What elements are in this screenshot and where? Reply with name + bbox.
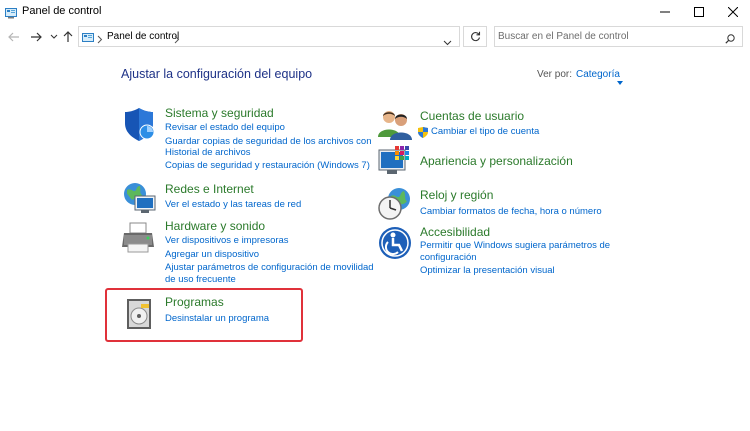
link-file-history[interactable]: Historial de archivos	[165, 147, 251, 158]
arrow-up-icon	[63, 31, 73, 42]
breadcrumb-separator-icon	[97, 31, 103, 49]
control-panel-icon	[5, 6, 17, 24]
category-accessibility[interactable]: Accesibilidad	[420, 225, 490, 239]
link-optimize-display[interactable]: Optimizar la presentación visual	[420, 265, 555, 276]
dropdown-arrow-icon[interactable]	[617, 72, 623, 90]
network-globe-icon[interactable]	[121, 180, 157, 216]
link-mobility-settings-cont[interactable]: de uso frecuente	[165, 274, 236, 285]
control-panel-small-icon	[82, 31, 94, 49]
category-system-security[interactable]: Sistema y seguridad	[165, 106, 274, 120]
view-by-dropdown[interactable]: Categoría	[576, 69, 620, 80]
clock-globe-icon[interactable]	[377, 186, 413, 222]
search-icon[interactable]	[725, 31, 735, 49]
accessibility-icon[interactable]	[377, 225, 413, 261]
category-appearance[interactable]: Apariencia y personalización	[420, 154, 573, 168]
link-add-device[interactable]: Agregar un dispositivo	[165, 249, 259, 260]
uac-shield-icon	[418, 125, 428, 143]
view-by-label: Ver por:	[537, 69, 573, 80]
chevron-down-icon	[50, 34, 58, 39]
category-hardware-sound[interactable]: Hardware y sonido	[165, 219, 265, 233]
link-suggest-settings[interactable]: Permitir que Windows sugiera parámetros …	[420, 240, 610, 251]
link-change-account-type[interactable]: Cambiar el tipo de cuenta	[431, 126, 539, 137]
link-backup-files[interactable]: Guardar copias de seguridad de los archi…	[165, 136, 371, 147]
address-history-dropdown-icon[interactable]	[443, 33, 452, 51]
link-mobility-settings[interactable]: Ajustar parámetros de configuración de m…	[165, 262, 374, 273]
address-box[interactable]: Panel de control	[78, 26, 460, 47]
highlight-box	[105, 288, 303, 342]
close-button[interactable]	[716, 0, 750, 24]
shield-icon[interactable]	[121, 106, 157, 142]
printer-icon[interactable]	[121, 220, 157, 256]
users-icon[interactable]	[377, 107, 413, 143]
window-title: Panel de control	[22, 5, 102, 17]
arrow-right-icon	[31, 32, 42, 42]
link-backup-restore[interactable]: Copias de seguridad y restauración (Wind…	[165, 160, 370, 171]
recent-locations-button[interactable]	[47, 29, 61, 45]
search-box[interactable]	[494, 26, 743, 47]
link-suggest-settings-cont[interactable]: configuración	[420, 252, 477, 263]
page-heading: Ajustar la configuración del equipo	[121, 67, 313, 81]
search-input[interactable]	[498, 29, 718, 44]
forward-button[interactable]	[29, 29, 43, 45]
monitor-palette-icon[interactable]	[377, 144, 413, 180]
category-user-accounts[interactable]: Cuentas de usuario	[420, 109, 524, 123]
link-network-status[interactable]: Ver el estado y las tareas de red	[165, 199, 301, 210]
address-bar-row: Panel de control	[0, 24, 750, 50]
up-button[interactable]	[61, 29, 75, 45]
title-bar: Panel de control	[0, 0, 750, 24]
minimize-button[interactable]	[648, 0, 682, 24]
category-network-internet[interactable]: Redes e Internet	[165, 182, 254, 196]
link-date-time-formats[interactable]: Cambiar formatos de fecha, hora o número	[420, 206, 602, 217]
refresh-button[interactable]	[463, 26, 487, 47]
breadcrumb-separator-icon[interactable]	[174, 31, 180, 49]
link-check-status[interactable]: Revisar el estado del equipo	[165, 122, 285, 133]
close-icon	[728, 7, 738, 17]
arrow-left-icon	[8, 32, 19, 42]
refresh-icon	[470, 31, 480, 42]
category-clock-region[interactable]: Reloj y región	[420, 188, 493, 202]
back-button[interactable]	[7, 29, 21, 45]
link-devices-printers[interactable]: Ver dispositivos e impresoras	[165, 235, 289, 246]
breadcrumb-control-panel[interactable]: Panel de control	[107, 31, 179, 42]
maximize-button[interactable]	[682, 0, 716, 24]
